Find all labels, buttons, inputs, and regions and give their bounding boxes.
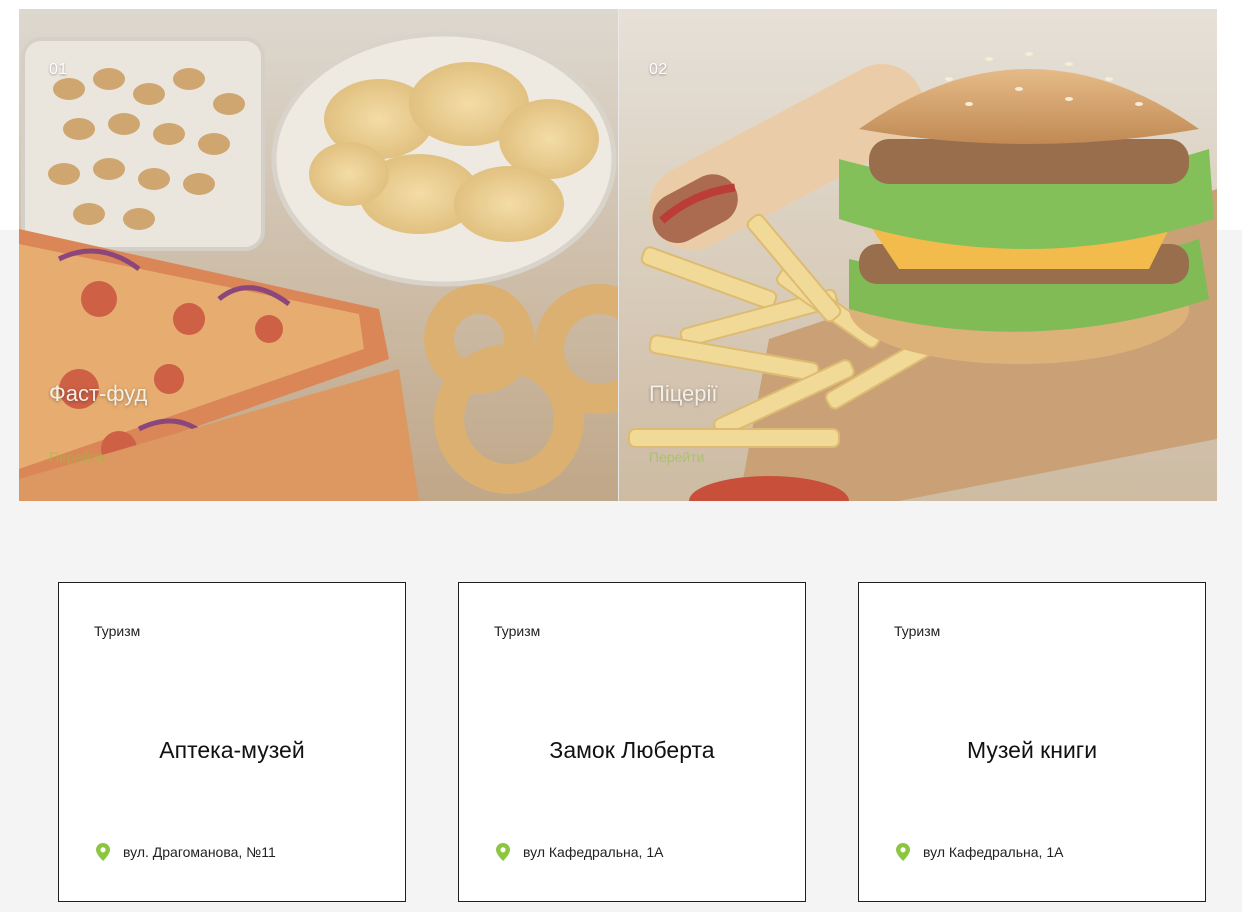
- card-title: Музей книги: [966, 737, 1098, 763]
- card-address-text: вул. Драгоманова, №11: [123, 844, 276, 860]
- tile-title: Піцерії: [649, 381, 718, 406]
- tile-overlay: [619, 9, 1217, 501]
- card-category: Туризм: [494, 623, 541, 639]
- map-pin-icon: [896, 843, 910, 861]
- card-address-text: вул Кафедральна, 1А: [923, 844, 1064, 860]
- card-category: Туризм: [894, 623, 941, 639]
- card-category: Туризм: [94, 623, 141, 639]
- hero-tile-pizzerias[interactable]: 02 Піцерії Перейти: [619, 9, 1217, 501]
- map-pin-icon: [496, 843, 510, 861]
- tile-number: 01: [49, 61, 68, 78]
- card-title: Аптека-музей: [159, 737, 305, 763]
- card-address: вул. Драгоманова, №11: [96, 843, 276, 861]
- tile-title: Фаст-фуд: [49, 381, 148, 406]
- tile-link[interactable]: Перейти: [49, 449, 104, 465]
- tile-overlay: [19, 9, 618, 501]
- card-address: вул Кафедральна, 1А: [496, 843, 663, 861]
- tile-divider: [618, 9, 619, 501]
- tile-number: 02: [649, 61, 668, 78]
- place-card[interactable]: Туризм Аптека-музей вул. Драгоманова, №1…: [58, 582, 406, 902]
- place-card[interactable]: Туризм Замок Люберта вул Кафедральна, 1А: [458, 582, 806, 902]
- tile-link[interactable]: Перейти: [649, 449, 704, 465]
- place-card[interactable]: Туризм Музей книги вул Кафедральна, 1А: [858, 582, 1206, 902]
- map-pin-icon: [96, 843, 110, 861]
- card-address-text: вул Кафедральна, 1А: [523, 844, 664, 860]
- card-address: вул Кафедральна, 1А: [896, 843, 1063, 861]
- hero-tile-fast-food[interactable]: 01 Фаст-фуд Перейти: [19, 9, 618, 501]
- card-title: Замок Люберта: [549, 737, 715, 763]
